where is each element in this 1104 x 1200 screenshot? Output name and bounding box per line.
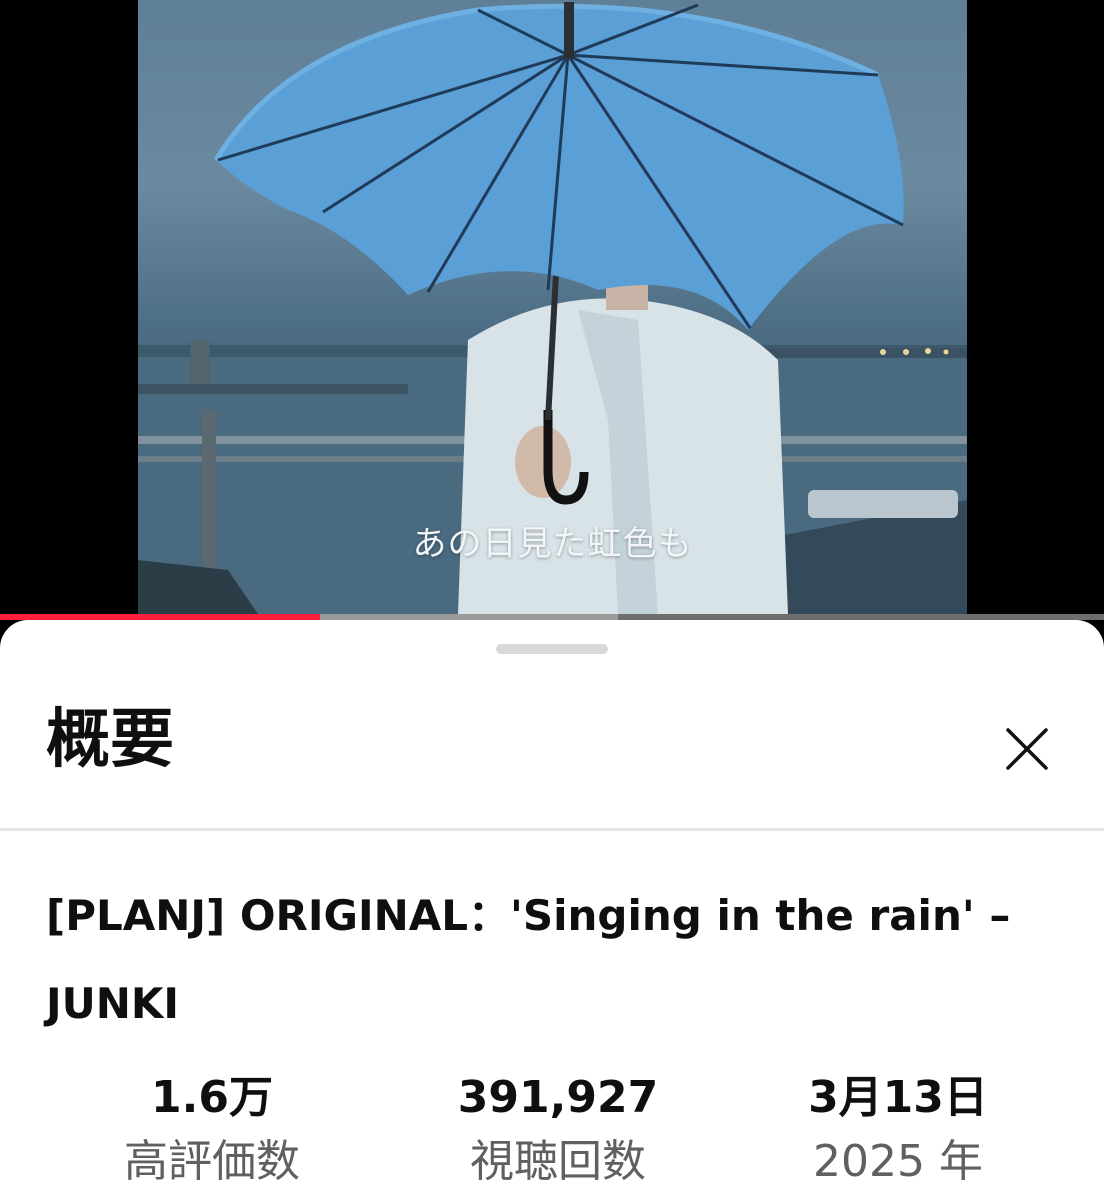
stat-date: 3月13日 2025 年 [748, 1068, 1048, 1190]
video-frame[interactable]: あの日見た虹色も [138, 0, 967, 614]
stat-date-value: 3月13日 [808, 1072, 988, 1123]
description-sheet: 概要 [PLANJ] ORIGINAL：'Singing in the rain… [0, 620, 1104, 1200]
stat-views: 391,927 視聴回数 [408, 1068, 708, 1190]
stat-views-label: 視聴回数 [470, 1136, 646, 1187]
video-subtitle: あの日見た虹色も [412, 524, 693, 564]
stat-likes-label: 高評価数 [124, 1136, 300, 1187]
close-icon [1006, 728, 1048, 770]
video-title: [PLANJ] ORIGINAL：'Singing in the rain' –… [46, 872, 1056, 1048]
sheet-title: 概要 [46, 703, 174, 777]
divider [0, 828, 1104, 831]
sheet-drag-handle[interactable] [496, 644, 608, 654]
stat-views-value: 391,927 [457, 1072, 659, 1123]
stat-likes: 1.6万 高評価数 [62, 1068, 362, 1190]
stat-likes-value: 1.6万 [151, 1072, 273, 1123]
close-button[interactable] [998, 720, 1056, 778]
stat-date-label: 2025 年 [813, 1136, 983, 1187]
video-stats: 1.6万 高評価数 391,927 視聴回数 3月13日 2025 年 [0, 1068, 1104, 1200]
video-title-line-2: JUNKI [46, 979, 180, 1028]
video-player[interactable]: あの日見た虹色も [0, 0, 1104, 618]
video-title-line-1: [PLANJ] ORIGINAL：'Singing in the rain' – [46, 891, 1011, 940]
